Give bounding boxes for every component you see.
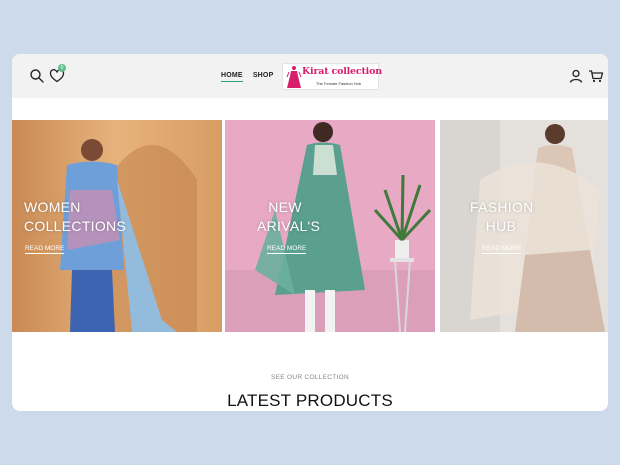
banner-title: WOMEN COLLECTIONS [24, 198, 222, 236]
search-icon[interactable] [29, 68, 45, 84]
section-title: LATEST PRODUCTS [227, 391, 393, 410]
nav-shop[interactable]: SHOP [253, 72, 274, 82]
site-header: 0 HOME SHOP Kirat collection The Female … [12, 54, 608, 98]
nav-home[interactable]: HOME [221, 72, 243, 82]
user-icon[interactable] [568, 68, 584, 84]
banner-title-line: FASHION [470, 199, 534, 215]
banner-new-arrivals[interactable]: NEW ARIVAL'S READ MORE [225, 120, 435, 332]
read-more-link[interactable]: READ MORE [267, 245, 307, 254]
read-more-link[interactable]: READ MORE [482, 245, 522, 254]
banner-title-line: WOMEN [24, 199, 81, 215]
browser-window: 0 HOME SHOP Kirat collection The Female … [12, 54, 608, 411]
site-logo[interactable]: Kirat collection The Female Fashion Hub [282, 63, 382, 90]
read-more-link[interactable]: READ MORE [25, 245, 65, 254]
dress-figure-icon [286, 66, 302, 88]
logo-tagline: The Female Fashion Hub [316, 81, 362, 86]
banner-women-collections[interactable]: WOMEN COLLECTIONS READ MORE [12, 120, 222, 332]
banner-fashion-hub[interactable]: FASHION HUB READ MORE [440, 120, 608, 332]
banner-title: FASHION HUB [470, 198, 534, 236]
banner-title-line: HUB [485, 218, 517, 234]
wishlist-button[interactable]: 0 [49, 64, 66, 84]
cart-icon[interactable] [588, 68, 604, 84]
banner-title: NEW ARIVAL'S [257, 198, 321, 236]
wishlist-count-badge: 0 [58, 64, 66, 72]
logo-name: Kirat collection [302, 66, 382, 77]
banner-title-line: ARIVAL'S [257, 218, 321, 234]
main-nav: HOME SHOP [221, 72, 273, 82]
banner-title-line: NEW [268, 199, 302, 215]
section-subtitle: SEE OUR COLLECTION [271, 374, 349, 381]
banner-title-line: COLLECTIONS [24, 218, 127, 234]
